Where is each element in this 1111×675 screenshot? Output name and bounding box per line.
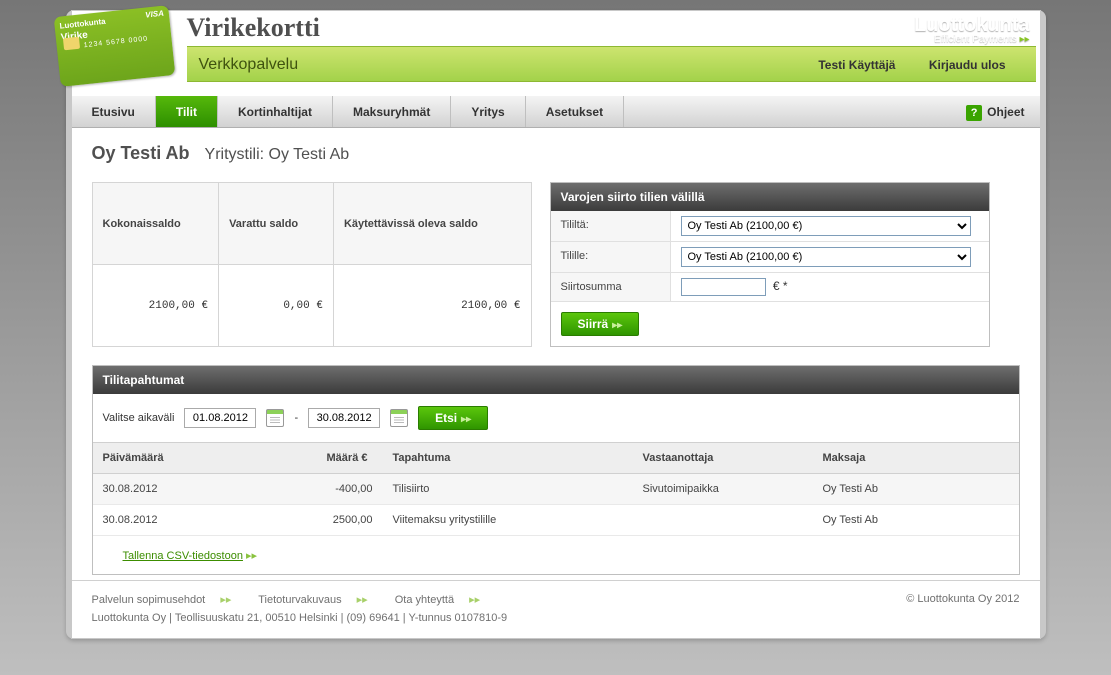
- tx-header: Vastaanottaja: [633, 443, 813, 474]
- balance-header: Kokonaissaldo: [92, 183, 219, 265]
- nav-tilit[interactable]: Tilit: [156, 96, 218, 127]
- page-title: Oy Testi AbYritystili: Oy Testi Ab: [92, 143, 1020, 164]
- balance-value: 2100,00 €: [333, 265, 531, 347]
- currency-hint: € *: [773, 279, 788, 293]
- footer-address: Luottokunta Oy | Teollisuuskatu 21, 0051…: [92, 612, 1020, 624]
- service-bar: Verkkopalvelu Testi Käyttäjä Kirjaudu ul…: [187, 46, 1036, 82]
- csv-link[interactable]: Tallenna CSV-tiedostoon▸▸: [123, 550, 258, 562]
- footer-link[interactable]: Ota yhteyttä ▸▸: [395, 594, 492, 606]
- transfer-to-label: Tilille:: [551, 242, 671, 272]
- arrow-icon: ▸▸: [246, 549, 257, 562]
- help-icon: ?: [966, 105, 982, 121]
- card-image: Luottokunta VISA Virike 1234 5678 0000: [53, 5, 175, 87]
- copyright: © Luottokunta Oy 2012: [906, 593, 1019, 605]
- transfer-from-select[interactable]: Oy Testi Ab (2100,00 €): [681, 216, 971, 236]
- nav-yritys[interactable]: Yritys: [451, 96, 525, 127]
- balance-header: Käytettävissä oleva saldo: [333, 183, 531, 265]
- calendar-icon[interactable]: [390, 409, 408, 427]
- app-title: Virikekortti: [187, 13, 1036, 43]
- date-to-input[interactable]: [308, 408, 380, 428]
- table-row: 30.08.2012 2500,00 Viitemaksu yritystili…: [93, 505, 1019, 536]
- transactions-panel: Tilitapahtumat Valitse aikaväli - Etsi▸▸…: [92, 365, 1020, 575]
- balance-value: 0,00 €: [219, 265, 334, 347]
- arrow-icon: ▸▸: [612, 320, 622, 331]
- nav-maksuryhmat[interactable]: Maksuryhmät: [333, 96, 451, 127]
- transfer-amount-input[interactable]: [681, 278, 766, 296]
- nav-etusivu[interactable]: Etusivu: [72, 96, 156, 127]
- balance-header: Varattu saldo: [219, 183, 334, 265]
- tx-header: Päivämäärä: [93, 443, 283, 474]
- logout-link[interactable]: Kirjaudu ulos: [929, 58, 1006, 72]
- main-nav: Etusivu Tilit Kortinhaltijat Maksuryhmät…: [72, 96, 1040, 128]
- table-row: 30.08.2012 -400,00 Tilisiirto Sivutoimip…: [93, 474, 1019, 505]
- transfer-to-select[interactable]: Oy Testi Ab (2100,00 €): [681, 247, 971, 267]
- filter-label: Valitse aikaväli: [103, 412, 175, 424]
- nav-asetukset[interactable]: Asetukset: [526, 96, 624, 127]
- footer-link[interactable]: Tietoturvakuvaus ▸▸: [258, 594, 379, 606]
- arrow-icon: ▸▸: [461, 414, 471, 425]
- user-name: Testi Käyttäjä: [818, 58, 895, 72]
- footer-link[interactable]: Palvelun sopimusehdot ▸▸: [92, 594, 244, 606]
- tx-header: Maksaja: [813, 443, 1019, 474]
- tx-header: Tapahtuma: [383, 443, 633, 474]
- transfer-amount-label: Siirtosumma: [551, 273, 671, 301]
- tx-header: Määrä €: [283, 443, 383, 474]
- date-from-input[interactable]: [184, 408, 256, 428]
- search-button[interactable]: Etsi▸▸: [418, 406, 488, 430]
- header: Luottokunta Efficient Payments ▸▸ Luotto…: [72, 11, 1040, 96]
- balance-table: Kokonaissaldo Varattu saldo Käytettäviss…: [92, 182, 532, 347]
- footer: Palvelun sopimusehdot ▸▸ Tietoturvakuvau…: [72, 580, 1040, 638]
- calendar-icon[interactable]: [266, 409, 284, 427]
- transfer-button[interactable]: Siirrä▸▸: [561, 312, 640, 336]
- nav-kortinhaltijat[interactable]: Kortinhaltijat: [218, 96, 333, 127]
- transactions-title: Tilitapahtumat: [93, 366, 1019, 394]
- transfer-title: Varojen siirto tilien välillä: [551, 183, 989, 211]
- help-link[interactable]: ?Ohjeet: [951, 96, 1039, 127]
- transfer-from-label: Tililtä:: [551, 211, 671, 241]
- balance-value: 2100,00 €: [92, 265, 219, 347]
- transfer-panel: Varojen siirto tilien välillä Tililtä: O…: [550, 182, 990, 347]
